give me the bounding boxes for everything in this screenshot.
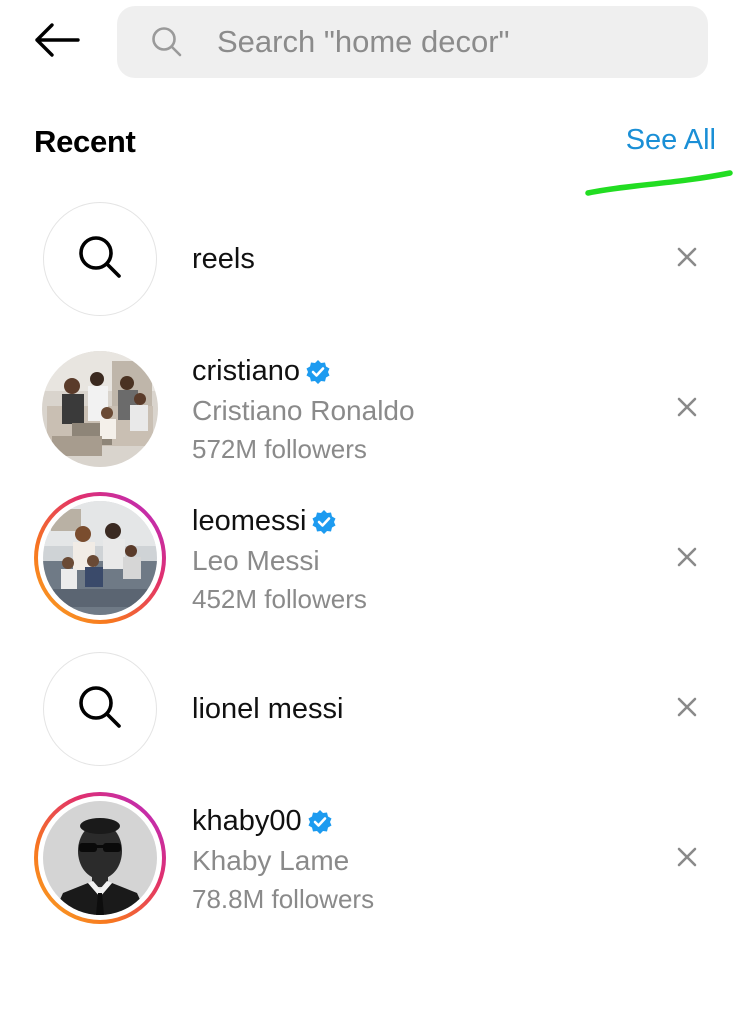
- story-ring: [34, 792, 166, 924]
- close-icon: [677, 697, 697, 722]
- avatar: [34, 343, 166, 475]
- full-name: Cristiano Ronaldo: [192, 395, 415, 426]
- recent-query-label: lionel messi: [192, 693, 344, 725]
- profile-photo-khaby00: [43, 801, 157, 915]
- follower-count: 452M followers: [192, 584, 367, 614]
- close-icon: [677, 547, 697, 572]
- verified-badge-icon: [305, 359, 331, 385]
- search-icon: [76, 233, 124, 286]
- recent-query-label: reels: [192, 243, 255, 275]
- see-all-link[interactable]: See All: [626, 124, 716, 157]
- full-name: Khaby Lame: [192, 845, 350, 876]
- follower-count: 78.8M followers: [192, 884, 375, 914]
- remove-button[interactable]: [672, 844, 702, 874]
- profile-photo-leomessi: [43, 501, 157, 615]
- username: leomessi: [192, 505, 337, 538]
- avatar: [34, 492, 166, 624]
- follower-count: 572M followers: [192, 434, 367, 464]
- recent-item-leomessi[interactable]: leomessi Leo Messi 452M followers: [0, 492, 749, 624]
- close-icon: [677, 247, 697, 272]
- remove-button[interactable]: [672, 394, 702, 424]
- recent-item-khaby00[interactable]: khaby00 Khaby Lame 78.8M followers: [0, 792, 749, 924]
- verified-badge-icon: [311, 509, 337, 535]
- recent-item-cristiano[interactable]: cristiano Cristiano Ronaldo 572M followe…: [0, 343, 749, 473]
- recent-heading: Recent: [34, 124, 136, 159]
- search-bar[interactable]: [117, 6, 708, 78]
- search-icon: [76, 683, 124, 736]
- recent-item-lionel-messi[interactable]: lionel messi: [0, 643, 749, 773]
- remove-button[interactable]: [672, 244, 702, 274]
- search-input[interactable]: [215, 23, 699, 61]
- close-icon: [677, 397, 697, 422]
- profile-photo-cristiano: [42, 351, 158, 467]
- search-avatar: [34, 643, 166, 775]
- full-name: Leo Messi: [192, 545, 320, 576]
- search-avatar: [34, 193, 166, 325]
- remove-button[interactable]: [672, 694, 702, 724]
- remove-button[interactable]: [672, 544, 702, 574]
- back-button[interactable]: [30, 22, 84, 62]
- username: cristiano: [192, 355, 331, 388]
- avatar: [34, 792, 166, 924]
- arrow-left-icon: [32, 22, 82, 63]
- story-ring: [34, 492, 166, 624]
- search-icon: [149, 24, 185, 60]
- close-icon: [677, 847, 697, 872]
- username: khaby00: [192, 805, 333, 838]
- recent-item-reels[interactable]: reels: [0, 193, 749, 323]
- verified-badge-icon: [307, 809, 333, 835]
